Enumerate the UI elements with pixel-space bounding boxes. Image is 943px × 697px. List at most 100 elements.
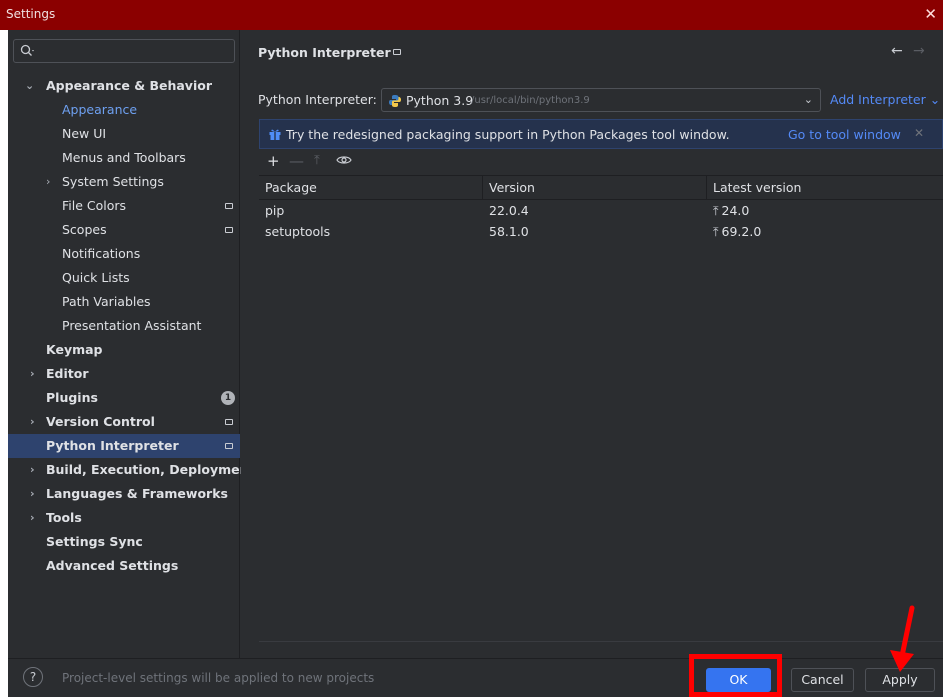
interpreter-name: Python 3.9 [406, 93, 474, 108]
sidebar-item-label: Build, Execution, Deployment [46, 462, 255, 477]
interpreter-label: Python Interpreter: [258, 92, 377, 107]
sidebar-item-quick-lists[interactable]: Quick Lists [8, 266, 240, 290]
table-header: Package Version Latest version [259, 176, 943, 200]
sidebar-item-label: Appearance & Behavior [46, 78, 212, 93]
close-icon[interactable]: ✕ [924, 5, 937, 23]
column-header-latest-version[interactable]: Latest version [707, 176, 943, 200]
settings-window: ⌄ Appearance & Behavior Appearance New U… [8, 30, 943, 697]
sidebar-item-appearance-behavior[interactable]: ⌄ Appearance & Behavior [8, 74, 240, 98]
sidebar-item-label: Scopes [62, 222, 107, 237]
forward-arrow-icon[interactable]: → [913, 43, 925, 59]
python-logo-icon [389, 95, 401, 107]
gift-icon [269, 129, 281, 140]
chevron-right-icon[interactable]: › [46, 170, 50, 194]
sidebar-item-label: Tools [46, 510, 82, 525]
project-level-icon [225, 203, 233, 209]
cancel-button[interactable]: Cancel [791, 668, 854, 692]
sidebar-item-label: Quick Lists [62, 270, 130, 285]
packaging-banner: Try the redesigned packaging support in … [259, 119, 943, 149]
go-to-tool-window-link[interactable]: Go to tool window [788, 127, 901, 142]
sidebar-item-path-variables[interactable]: Path Variables [8, 290, 240, 314]
chevron-right-icon[interactable]: › [30, 506, 35, 530]
sidebar-item-new-ui[interactable]: New UI [8, 122, 240, 146]
settings-content: Python Interpreter ← → Python Interprete… [241, 30, 943, 658]
sidebar-item-label: Notifications [62, 246, 141, 261]
package-latest: ⤒ 69.2.0 [707, 221, 761, 242]
back-arrow-icon[interactable]: ← [891, 43, 903, 59]
interpreter-select[interactable]: Python 3.9 /usr/local/bin/python3.9 ⌄ [381, 88, 821, 112]
table-row[interactable]: pip 22.0.4 ⤒ 24.0 [259, 200, 943, 221]
sidebar-item-advanced-settings[interactable]: Advanced Settings [8, 554, 240, 578]
sidebar-item-label: Languages & Frameworks [46, 486, 228, 501]
upgrade-available-icon: ⤒ [713, 203, 719, 218]
sidebar-item-python-interpreter[interactable]: Python Interpreter [8, 434, 240, 458]
sidebar-item-file-colors[interactable]: File Colors [8, 194, 240, 218]
upgrade-package-icon[interactable]: ⤒ [314, 152, 320, 170]
settings-search-input[interactable] [13, 39, 235, 63]
chevron-right-icon[interactable]: › [30, 362, 35, 386]
banner-message: Try the redesigned packaging support in … [286, 127, 730, 142]
upgrade-available-icon: ⤒ [713, 224, 719, 239]
sidebar-item-label: Menus and Toolbars [62, 150, 186, 165]
remove-package-icon[interactable]: — [289, 152, 304, 170]
footer-note: Project-level settings will be applied t… [62, 671, 375, 685]
column-header-package[interactable]: Package [259, 176, 483, 200]
chevron-down-icon[interactable]: ⌄ [25, 74, 34, 98]
interpreter-path: /usr/local/bin/python3.9 [471, 95, 590, 106]
sidebar-item-plugins[interactable]: Plugins 1 [8, 386, 240, 410]
package-name: setuptools [265, 224, 331, 239]
sidebar-item-system-settings[interactable]: › System Settings [8, 170, 240, 194]
sidebar-item-appearance[interactable]: Appearance [8, 98, 240, 122]
package-version: 22.0.4 [489, 203, 529, 218]
sidebar-item-label: Appearance [62, 102, 138, 117]
column-header-version[interactable]: Version [483, 176, 707, 200]
sidebar-item-notifications[interactable]: Notifications [8, 242, 240, 266]
sidebar-item-label: Settings Sync [46, 534, 143, 549]
sidebar-item-label: Path Variables [62, 294, 151, 309]
sidebar-item-label: System Settings [62, 174, 164, 189]
sidebar-item-label: File Colors [62, 198, 127, 213]
chevron-right-icon[interactable]: › [30, 410, 35, 434]
packages-table: Package Version Latest version pip 22.0.… [259, 175, 943, 642]
add-package-icon[interactable]: + [267, 152, 280, 170]
project-level-icon [225, 419, 233, 425]
settings-dialog: Settings ✕ ⌄ Appearance & Behavior Appea… [0, 0, 943, 697]
sidebar-item-scopes[interactable]: Scopes [8, 218, 240, 242]
latest-version: 69.2.0 [721, 224, 762, 239]
package-latest: ⤒ 24.0 [707, 200, 749, 221]
add-interpreter-label: Add Interpreter [830, 92, 926, 107]
sidebar-item-label: Advanced Settings [46, 558, 179, 573]
latest-version: 24.0 [721, 203, 750, 218]
sidebar-item-settings-sync[interactable]: Settings Sync [8, 530, 240, 554]
packages-toolbar: + — ⤒ [259, 150, 943, 174]
help-icon[interactable]: ? [23, 667, 43, 687]
eye-icon[interactable] [336, 154, 352, 166]
sidebar-item-tools[interactable]: › Tools [8, 506, 240, 530]
search-icon [20, 44, 34, 56]
sidebar-item-presentation-assistant[interactable]: Presentation Assistant [8, 314, 240, 338]
sidebar-item-keymap[interactable]: Keymap [8, 338, 240, 362]
package-version: 58.1.0 [489, 224, 529, 239]
project-level-icon [393, 49, 401, 55]
settings-tree: ⌄ Appearance & Behavior Appearance New U… [8, 74, 254, 578]
add-interpreter-link[interactable]: Add Interpreter ⌄ [830, 92, 940, 107]
project-level-icon [225, 443, 233, 449]
sidebar-item-label: New UI [62, 126, 107, 141]
sidebar-item-version-control[interactable]: › Version Control [8, 410, 240, 434]
sidebar-item-languages-frameworks[interactable]: › Languages & Frameworks [8, 482, 240, 506]
title-bar: Settings ✕ [0, 0, 943, 30]
close-icon[interactable]: ✕ [914, 126, 924, 140]
chevron-right-icon[interactable]: › [30, 458, 35, 482]
chevron-right-icon[interactable]: › [30, 482, 35, 506]
sidebar-item-menus-toolbars[interactable]: Menus and Toolbars [8, 146, 240, 170]
annotation-highlight-box [689, 654, 782, 697]
chevron-down-icon: ⌄ [929, 92, 941, 107]
sidebar-item-build-execution-deployment[interactable]: › Build, Execution, Deployment [8, 458, 254, 482]
chevron-down-icon[interactable]: ⌄ [804, 93, 813, 106]
sidebar-item-editor[interactable]: › Editor [8, 362, 240, 386]
sidebar-item-label: Plugins [46, 390, 98, 405]
sidebar-item-label: Version Control [46, 414, 155, 429]
sidebar-item-label: Python Interpreter [46, 438, 179, 453]
table-row[interactable]: setuptools 58.1.0 ⤒ 69.2.0 [259, 221, 943, 242]
window-title: Settings [6, 7, 56, 21]
